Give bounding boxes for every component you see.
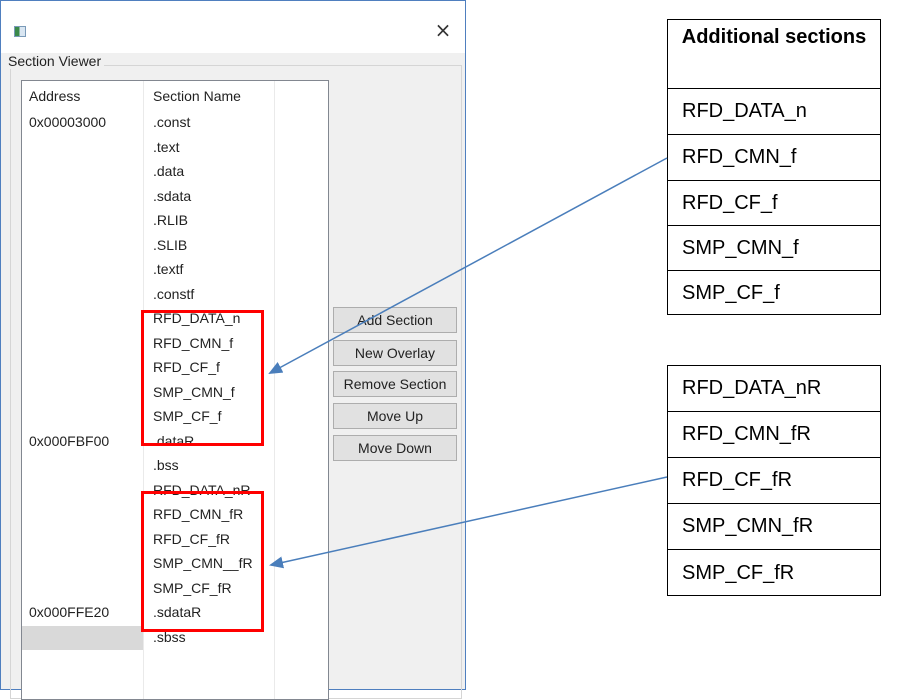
arrow-to-additional — [268, 157, 668, 374]
annotation-arrows — [268, 157, 668, 569]
arrow-to-relocated — [269, 476, 668, 569]
